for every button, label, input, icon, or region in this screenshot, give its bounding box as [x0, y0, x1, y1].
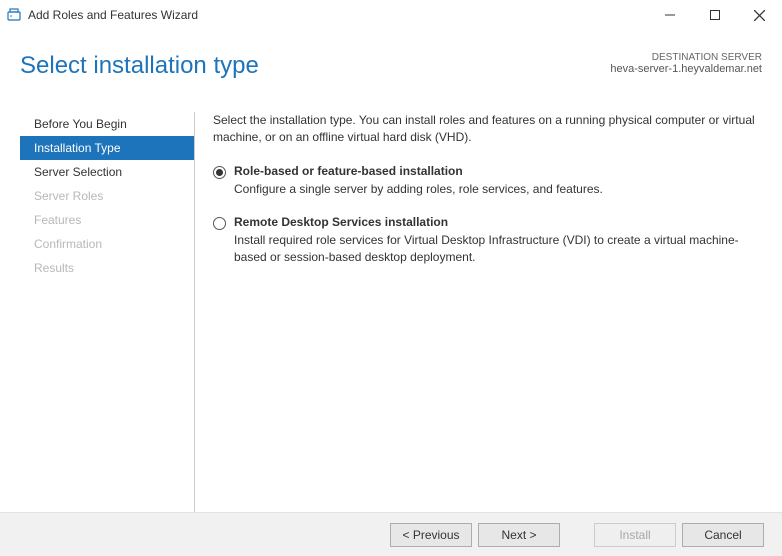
radio-title: Role-based or feature-based installation	[234, 164, 762, 178]
destination-label: DESTINATION SERVER	[610, 52, 762, 63]
main-content: Select the installation type. You can in…	[195, 112, 782, 512]
intro-text: Select the installation type. You can in…	[213, 112, 762, 146]
sidebar-item-before-you-begin[interactable]: Before You Begin	[20, 112, 194, 136]
radio-desc: Configure a single server by adding role…	[234, 181, 762, 198]
app-icon	[6, 7, 22, 23]
radio-texts: Remote Desktop Services installation Ins…	[234, 215, 762, 266]
destination-server: heva-server-1.heyvaldemar.net	[610, 63, 762, 75]
sidebar-item-results: Results	[20, 256, 194, 280]
content: Before You Begin Installation Type Serve…	[0, 112, 782, 512]
page-title: Select installation type	[20, 52, 259, 80]
sidebar-item-confirmation: Confirmation	[20, 232, 194, 256]
radio-title: Remote Desktop Services installation	[234, 215, 762, 229]
header: Select installation type DESTINATION SER…	[0, 30, 782, 80]
sidebar: Before You Begin Installation Type Serve…	[20, 112, 195, 512]
radio-indicator-unselected-icon	[213, 217, 226, 230]
footer: < Previous Next > Install Cancel	[0, 512, 782, 556]
titlebar: Add Roles and Features Wizard	[0, 0, 782, 30]
previous-button[interactable]: < Previous	[390, 523, 472, 547]
next-button[interactable]: Next >	[478, 523, 560, 547]
radio-indicator-selected-icon	[213, 166, 226, 179]
sidebar-item-installation-type[interactable]: Installation Type	[20, 136, 194, 160]
minimize-button[interactable]	[647, 0, 692, 30]
maximize-button[interactable]	[692, 0, 737, 30]
sidebar-item-features: Features	[20, 208, 194, 232]
destination-block: DESTINATION SERVER heva-server-1.heyvald…	[610, 52, 762, 75]
radio-remote-desktop[interactable]: Remote Desktop Services installation Ins…	[213, 215, 762, 266]
radio-role-based[interactable]: Role-based or feature-based installation…	[213, 164, 762, 198]
window-title: Add Roles and Features Wizard	[28, 8, 647, 22]
install-button: Install	[594, 523, 676, 547]
radio-texts: Role-based or feature-based installation…	[234, 164, 762, 198]
cancel-button[interactable]: Cancel	[682, 523, 764, 547]
window-controls	[647, 0, 782, 30]
radio-desc: Install required role services for Virtu…	[234, 232, 762, 266]
close-button[interactable]	[737, 0, 782, 30]
sidebar-item-server-selection[interactable]: Server Selection	[20, 160, 194, 184]
sidebar-item-server-roles: Server Roles	[20, 184, 194, 208]
